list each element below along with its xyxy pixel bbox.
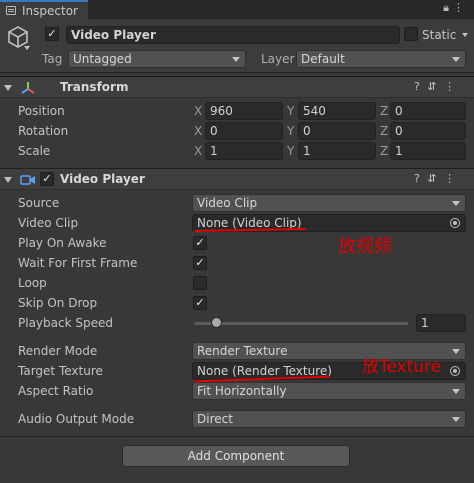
- scale-label: Scale: [18, 144, 51, 158]
- source-value: Video Clip: [197, 196, 258, 210]
- video-player-enabled-checkbox[interactable]: ✓: [40, 172, 54, 186]
- audio-output-dropdown[interactable]: Direct: [192, 410, 466, 428]
- inspector-tab-label: Inspector: [22, 3, 78, 18]
- layer-value: Default: [301, 52, 345, 66]
- render-mode-label: Render Mode: [18, 344, 98, 358]
- loop-checkbox[interactable]: [193, 276, 207, 290]
- position-label: Position: [18, 104, 65, 118]
- inspector-icon: [6, 6, 16, 15]
- target-texture-label: Target Texture: [18, 364, 103, 378]
- aspect-ratio-value: Fit Horizontally: [197, 384, 287, 398]
- rotation-x-axis[interactable]: X: [194, 124, 202, 138]
- transform-header-icons: ? ⇵ ⋮: [414, 80, 457, 93]
- active-checkbox[interactable]: ✓: [45, 27, 59, 41]
- loop-label: Loop: [18, 276, 47, 290]
- scale-x-axis[interactable]: X: [194, 144, 202, 158]
- play-on-awake-label: Play On Awake: [18, 236, 107, 250]
- chevron-down-icon: [452, 417, 460, 422]
- rotation-z-axis[interactable]: Z: [380, 124, 388, 138]
- foldout-arrow-icon[interactable]: [4, 177, 12, 183]
- video-player-header-icons: ? ⇵ ⋮: [414, 172, 457, 185]
- source-dropdown[interactable]: Video Clip: [192, 194, 466, 212]
- chevron-down-icon: [452, 349, 460, 354]
- skip-on-drop-checkbox[interactable]: ✓: [193, 296, 207, 310]
- static-dropdown-icon[interactable]: [462, 33, 468, 37]
- component-menu-icon[interactable]: ⋮: [444, 80, 457, 93]
- component-list-end-divider: [0, 436, 474, 437]
- rotation-y-axis[interactable]: Y: [287, 124, 294, 138]
- tab-tools: 🔒︎⋮: [443, 1, 468, 15]
- aspect-ratio-label: Aspect Ratio: [18, 384, 94, 398]
- layer-label: Layer: [261, 52, 295, 66]
- position-y-axis[interactable]: Y: [287, 104, 294, 118]
- tag-value: Untagged: [73, 52, 132, 66]
- component-menu-icon[interactable]: ⋮: [444, 172, 457, 185]
- position-x-field[interactable]: 960: [205, 102, 283, 120]
- clip-annotation-text: 放视频: [338, 236, 392, 257]
- layer-dropdown[interactable]: Default: [296, 50, 466, 68]
- help-icon[interactable]: ?: [414, 172, 422, 185]
- rotation-y-field[interactable]: 0: [298, 122, 376, 140]
- transform-header[interactable]: Transform ? ⇵ ⋮: [0, 76, 474, 98]
- add-component-button[interactable]: Add Component: [122, 445, 350, 467]
- position-z-field[interactable]: 0: [390, 102, 466, 120]
- playback-speed-label: Playback Speed: [18, 316, 113, 330]
- render-mode-value: Render Texture: [197, 344, 288, 358]
- scale-z-axis[interactable]: Z: [380, 144, 388, 158]
- rotation-z-field[interactable]: 0: [390, 122, 466, 140]
- source-label: Source: [18, 196, 60, 210]
- chevron-down-icon: [452, 201, 460, 206]
- position-y-field[interactable]: 540: [298, 102, 376, 120]
- help-icon[interactable]: ?: [414, 80, 422, 93]
- inspector-tab-bar: Inspector 🔒︎⋮: [0, 0, 474, 19]
- play-on-awake-checkbox[interactable]: ✓: [193, 236, 207, 250]
- scale-x-field[interactable]: 1: [205, 142, 283, 160]
- chevron-down-icon: [232, 57, 240, 62]
- lock-icon[interactable]: 🔒︎: [443, 1, 453, 14]
- skip-on-drop-label: Skip On Drop: [18, 296, 98, 310]
- audio-output-label: Audio Output Mode: [18, 412, 135, 426]
- scale-y-axis[interactable]: Y: [287, 144, 294, 158]
- transform-title: Transform: [60, 80, 129, 94]
- texture-annotation-text: 放Texture: [362, 357, 442, 377]
- wait-first-frame-label: Wait For First Frame: [18, 256, 138, 270]
- tag-dropdown[interactable]: Untagged: [68, 50, 246, 68]
- position-z-axis[interactable]: Z: [380, 104, 388, 118]
- aspect-ratio-dropdown[interactable]: Fit Horizontally: [192, 382, 466, 400]
- presets-icon[interactable]: ⇵: [427, 80, 438, 93]
- tag-label: Tag: [42, 52, 63, 66]
- icon-dropdown-arrow-icon[interactable]: [24, 46, 30, 50]
- playback-speed-slider-track[interactable]: [194, 322, 408, 325]
- rotation-label: Rotation: [18, 124, 69, 138]
- object-picker-icon[interactable]: [450, 218, 460, 228]
- static-label: Static: [422, 28, 457, 42]
- video-player-header[interactable]: ✓ Video Player ? ⇵ ⋮: [0, 168, 474, 190]
- playback-speed-slider-thumb[interactable]: [211, 317, 222, 328]
- chevron-down-icon: [452, 389, 460, 394]
- video-camera-icon: [20, 175, 35, 185]
- scale-y-field[interactable]: 1: [298, 142, 376, 160]
- wait-first-frame-checkbox[interactable]: ✓: [193, 256, 207, 270]
- inspector-tab[interactable]: Inspector: [0, 0, 88, 19]
- video-player-title: Video Player: [60, 172, 145, 186]
- playback-speed-field[interactable]: 1: [416, 314, 466, 332]
- chevron-down-icon: [452, 57, 460, 62]
- transform-axes-icon: [21, 82, 35, 94]
- presets-icon[interactable]: ⇵: [427, 172, 438, 185]
- audio-output-value: Direct: [197, 412, 233, 426]
- scale-z-field[interactable]: 1: [390, 142, 466, 160]
- foldout-arrow-icon[interactable]: [4, 85, 12, 91]
- static-checkbox[interactable]: [404, 27, 418, 41]
- rotation-x-field[interactable]: 0: [205, 122, 283, 140]
- video-clip-label: Video Clip: [18, 216, 79, 230]
- menu-kebab-icon[interactable]: ⋮: [453, 1, 468, 14]
- object-picker-icon[interactable]: [450, 366, 460, 376]
- position-x-axis[interactable]: X: [194, 104, 202, 118]
- object-name-field[interactable]: Video Player: [66, 26, 400, 44]
- object-header: ✓ Video Player Static Tag Untagged Layer…: [0, 19, 474, 73]
